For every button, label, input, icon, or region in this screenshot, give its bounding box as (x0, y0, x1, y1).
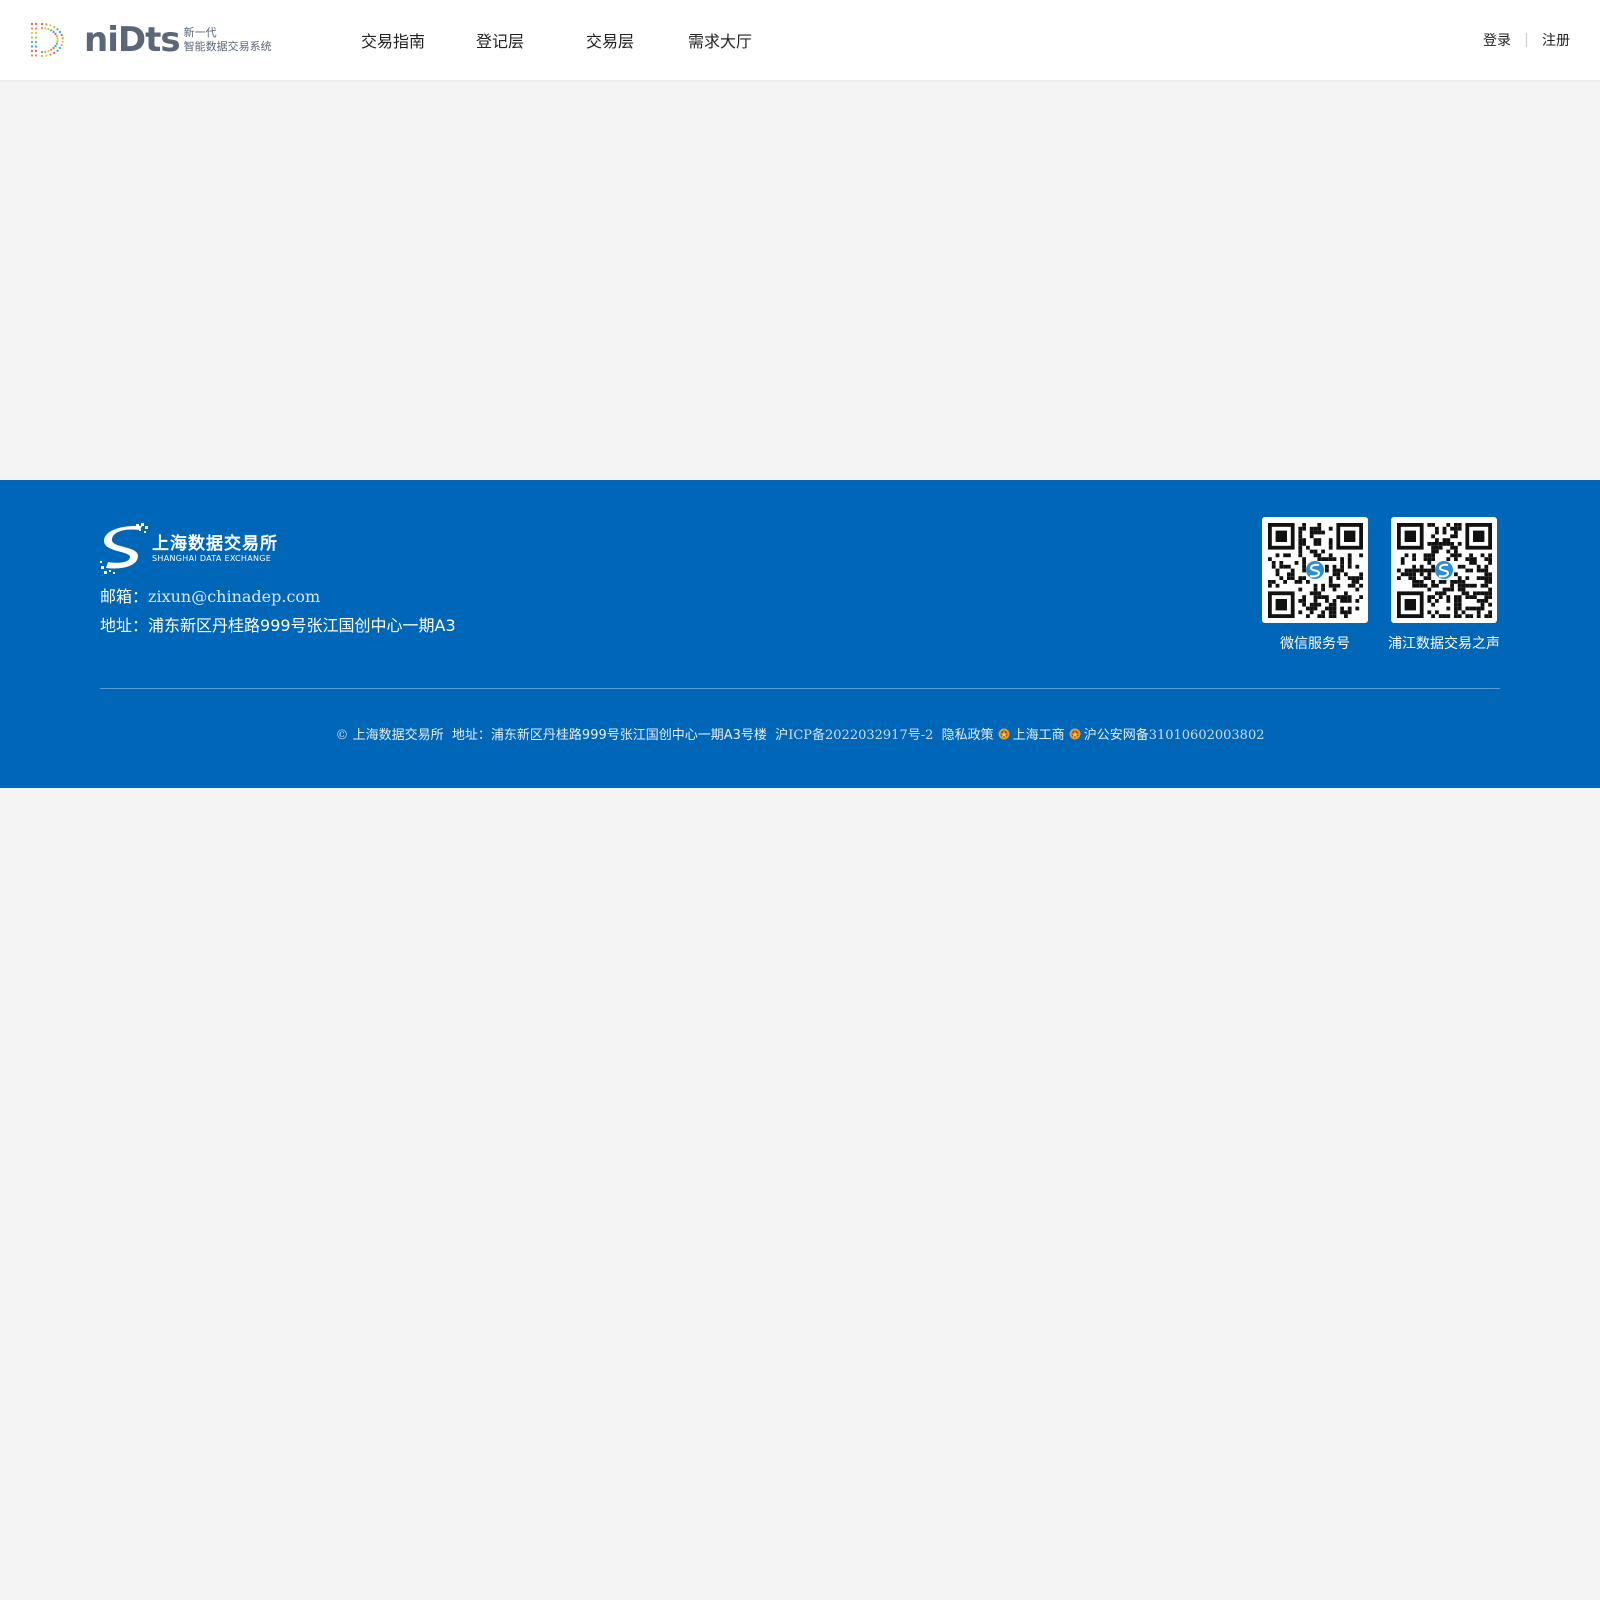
logo-tagline-line1: 新一代 (183, 26, 217, 39)
nav-trading-layer[interactable]: 交易层 (586, 28, 688, 52)
address-label: 地址： (100, 616, 149, 635)
top-header: niDts 新一代 智能数据交易系统 交易指南 登记层 交易层 需求大厅 登录 … (0, 0, 1600, 80)
main-nav: 交易指南 登记层 交易层 需求大厅 (340, 0, 788, 80)
address-value: 浦东新区丹桂路999号张江国创中心一期A3 (148, 616, 456, 635)
copyright-org: 上海数据交易所 (352, 728, 444, 743)
bottom-address: 地址：浦东新区丹桂路999号张江国创中心一期A3号楼 (451, 728, 767, 743)
footer-address-line: 地址：浦东新区丹桂路999号张江国创中心一期A3 (100, 616, 456, 636)
nav-registration-layer[interactable]: 登记层 (476, 28, 586, 52)
police-emblem-icon (998, 728, 1010, 740)
wechat-qr-code-icon (1262, 517, 1368, 623)
email-value[interactable]: zixun@chinadep.com (148, 587, 320, 606)
public-security-emblem-icon (1069, 728, 1081, 740)
gongan-link[interactable]: 沪公安网备31010602003802 (1084, 728, 1265, 743)
auth-links: 登录 注册 (1483, 0, 1570, 80)
nav-demand-hall[interactable]: 需求大厅 (688, 28, 788, 52)
footer-email-line: 邮箱：zixun@chinadep.com (100, 587, 320, 607)
icp-link[interactable]: 沪ICP备2022032917号-2 (775, 728, 933, 743)
footer-brand-logo[interactable]: 上海数据交易所 SHANGHAI DATA EXCHANGE (100, 522, 278, 576)
qr-wechat-caption: 微信服务号 (1280, 636, 1350, 652)
nidts-logo[interactable]: niDts 新一代 智能数据交易系统 (28, 20, 272, 60)
auth-divider (1526, 33, 1527, 47)
logo-wordmark: niDts (84, 20, 181, 60)
logo-tagline: 新一代 智能数据交易系统 (184, 26, 272, 54)
qr-pujiang-voice: 浦江数据交易之声 (1388, 517, 1500, 653)
register-link[interactable]: 注册 (1542, 30, 1570, 50)
privacy-link[interactable]: 隐私政策 (942, 728, 994, 743)
logo-tagline-line2: 智能数据交易系统 (183, 40, 272, 53)
site-footer: 上海数据交易所 SHANGHAI DATA EXCHANGE 邮箱：zixun@… (0, 480, 1600, 788)
email-label: 邮箱： (100, 587, 149, 606)
footer-brand-en: SHANGHAI DATA EXCHANGE (152, 554, 272, 563)
shanghai-data-exchange-s-icon (100, 523, 148, 574)
qr-pujiang-caption: 浦江数据交易之声 (1388, 636, 1500, 652)
copyright-symbol: © (335, 728, 349, 743)
nav-trading-guide[interactable]: 交易指南 (361, 28, 476, 52)
footer-legal-bar: © 上海数据交易所 地址：浦东新区丹桂路999号张江国创中心一期A3号楼 沪IC… (0, 727, 1600, 745)
dotted-d-logo-icon (30, 22, 64, 58)
pujiang-qr-code-icon (1391, 517, 1497, 623)
login-link[interactable]: 登录 (1483, 30, 1511, 50)
footer-brand-text: 上海数据交易所 SHANGHAI DATA EXCHANGE (152, 534, 278, 564)
gongshang-link[interactable]: 上海工商 (1013, 728, 1065, 743)
footer-divider (100, 688, 1500, 689)
footer-brand-cn: 上海数据交易所 (152, 534, 278, 554)
qr-wechat-service: 微信服务号 (1262, 517, 1368, 653)
